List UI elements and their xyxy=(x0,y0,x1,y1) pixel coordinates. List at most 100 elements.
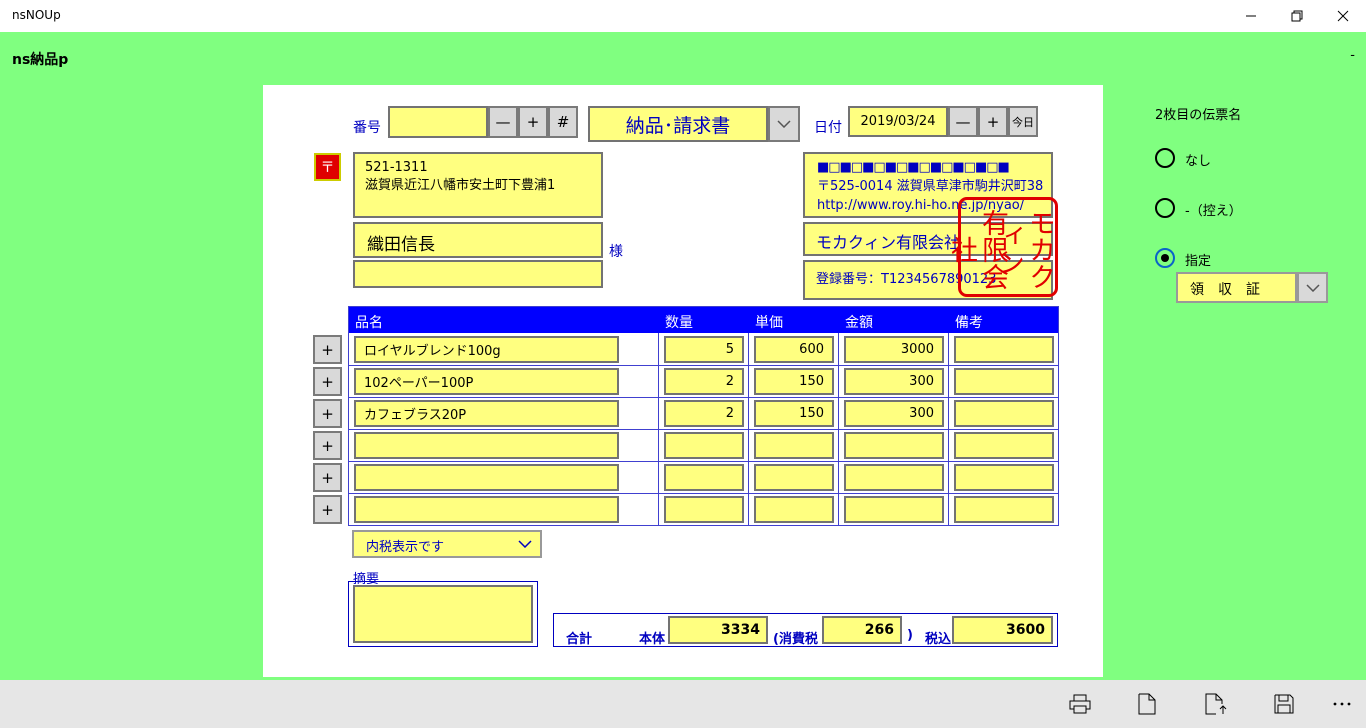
radio-copy[interactable] xyxy=(1155,198,1175,218)
item-name-cell[interactable] xyxy=(354,432,619,459)
add-row-button[interactable]: + xyxy=(313,367,342,396)
invoice-sheet: 番号 — + # 納品･請求書 日付 2019/03/24 — + 今日 〒 5… xyxy=(263,85,1103,677)
close-button[interactable] xyxy=(1320,0,1366,32)
customer-address-field[interactable]: 521-1311 滋賀県近江八幡市安土町下豊浦1 xyxy=(353,152,603,218)
window-title-bar: nsNOUp xyxy=(0,0,1366,32)
add-row-button[interactable]: + xyxy=(313,463,342,492)
tax-included-label: 税込 xyxy=(925,632,952,647)
item-name-cell[interactable] xyxy=(354,464,619,491)
amount-cell[interactable] xyxy=(844,432,944,459)
number-increment-button[interactable]: + xyxy=(518,106,548,138)
item-name-cell[interactable]: ロイヤルブレンド100g xyxy=(354,336,619,363)
number-auto-button[interactable]: # xyxy=(548,106,578,138)
restore-icon xyxy=(1291,10,1303,22)
amount-cell[interactable]: 3000 xyxy=(844,336,944,363)
header-item-name: 品名 xyxy=(355,315,383,331)
save-button[interactable] xyxy=(1272,692,1296,716)
radio-none-label[interactable]: なし xyxy=(1185,150,1211,169)
company-address-line: 〒525-0014 滋賀県草津市駒井沢町38 xyxy=(817,179,1044,194)
radio-copy-label[interactable]: -（控え） xyxy=(1185,200,1242,219)
export-document-icon xyxy=(1205,693,1227,715)
note-cell[interactable] xyxy=(954,432,1054,459)
today-button[interactable]: 今日 xyxy=(1008,106,1038,137)
quantity-cell[interactable] xyxy=(664,432,744,459)
amount-cell[interactable]: 300 xyxy=(844,368,944,395)
note-cell[interactable] xyxy=(954,400,1054,427)
unit-price-cell[interactable] xyxy=(754,496,834,523)
tax-label: (消費税 xyxy=(773,632,818,647)
chevron-down-icon xyxy=(518,540,532,548)
item-name-cell[interactable]: カフェブラス20P xyxy=(354,400,619,427)
company-seal: モカクィン 有限会社 xyxy=(946,197,1058,297)
unit-price-cell[interactable] xyxy=(754,464,834,491)
more-button[interactable] xyxy=(1330,692,1354,716)
unit-price-cell[interactable]: 150 xyxy=(754,368,834,395)
header-unit-price: 単価 xyxy=(755,315,783,331)
unit-price-cell[interactable]: 150 xyxy=(754,400,834,427)
window-title: nsNOUp xyxy=(12,8,61,22)
add-row-button[interactable]: + xyxy=(313,399,342,428)
new-document-icon xyxy=(1138,693,1156,715)
chevron-down-icon xyxy=(777,120,791,128)
item-name-cell[interactable] xyxy=(354,496,619,523)
radio-none[interactable] xyxy=(1155,148,1175,168)
print-button[interactable] xyxy=(1068,692,1092,716)
add-row-button[interactable]: + xyxy=(313,495,342,524)
amount-cell[interactable] xyxy=(844,496,944,523)
radio-custom[interactable] xyxy=(1155,248,1175,268)
custom-slip-name-input[interactable]: 領 収 証 xyxy=(1176,272,1297,303)
table-divider xyxy=(349,493,1058,494)
note-cell[interactable] xyxy=(954,368,1054,395)
summary-field[interactable] xyxy=(353,585,533,643)
unit-price-cell[interactable]: 600 xyxy=(754,336,834,363)
header-note: 備考 xyxy=(955,315,983,331)
customer-postal-code: 521-1311 xyxy=(365,160,428,175)
item-name-cell[interactable]: 102ペーパー100P xyxy=(354,368,619,395)
quantity-cell[interactable] xyxy=(664,496,744,523)
seal-text-type: 有限会社 xyxy=(946,208,1008,290)
tax-included-field[interactable]: 3600 xyxy=(952,616,1053,644)
table-divider xyxy=(349,365,1058,366)
base-amount-field[interactable]: 3334 xyxy=(668,616,768,644)
command-bar xyxy=(0,680,1366,728)
number-decrement-button[interactable]: — xyxy=(488,106,518,138)
restore-button[interactable] xyxy=(1274,0,1320,32)
date-input[interactable]: 2019/03/24 xyxy=(848,106,948,137)
customer-extra-field[interactable] xyxy=(353,260,603,288)
radio-custom-label[interactable]: 指定 xyxy=(1185,250,1211,269)
save-icon xyxy=(1274,694,1294,714)
add-row-button[interactable]: + xyxy=(313,335,342,364)
minimize-button[interactable] xyxy=(1228,0,1274,32)
table-header: 品名 数量 単価 金額 備考 xyxy=(349,307,1058,333)
number-label: 番号 xyxy=(353,120,381,136)
tax-amount-field[interactable]: 266 xyxy=(822,616,902,644)
quantity-cell[interactable]: 2 xyxy=(664,400,744,427)
date-increment-button[interactable]: + xyxy=(978,106,1008,137)
quantity-cell[interactable] xyxy=(664,464,744,491)
export-document-button[interactable] xyxy=(1204,692,1228,716)
customer-name-field[interactable]: 織田信長 xyxy=(353,222,603,258)
quantity-cell[interactable]: 5 xyxy=(664,336,744,363)
amount-cell[interactable]: 300 xyxy=(844,400,944,427)
note-cell[interactable] xyxy=(954,336,1054,363)
doctype-dropdown-button[interactable] xyxy=(768,106,800,142)
doctype-select[interactable]: 納品･請求書 xyxy=(588,106,768,142)
quantity-cell[interactable]: 2 xyxy=(664,368,744,395)
new-document-button[interactable] xyxy=(1135,692,1159,716)
chevron-down-icon xyxy=(1305,283,1320,292)
note-cell[interactable] xyxy=(954,464,1054,491)
close-icon xyxy=(1337,10,1349,22)
number-input[interactable] xyxy=(388,106,488,138)
amount-cell[interactable] xyxy=(844,464,944,491)
date-label: 日付 xyxy=(814,120,842,136)
unit-price-cell[interactable] xyxy=(754,432,834,459)
summary-frame xyxy=(348,581,538,647)
base-label: 本体 xyxy=(639,632,666,647)
custom-slip-dropdown-button[interactable] xyxy=(1297,272,1328,303)
table-divider xyxy=(349,397,1058,398)
date-decrement-button[interactable]: — xyxy=(948,106,978,137)
add-row-button[interactable]: + xyxy=(313,431,342,460)
note-cell[interactable] xyxy=(954,496,1054,523)
postal-code-icon[interactable]: 〒 xyxy=(314,153,341,181)
tax-mode-select[interactable]: 内税表示です xyxy=(352,530,542,558)
